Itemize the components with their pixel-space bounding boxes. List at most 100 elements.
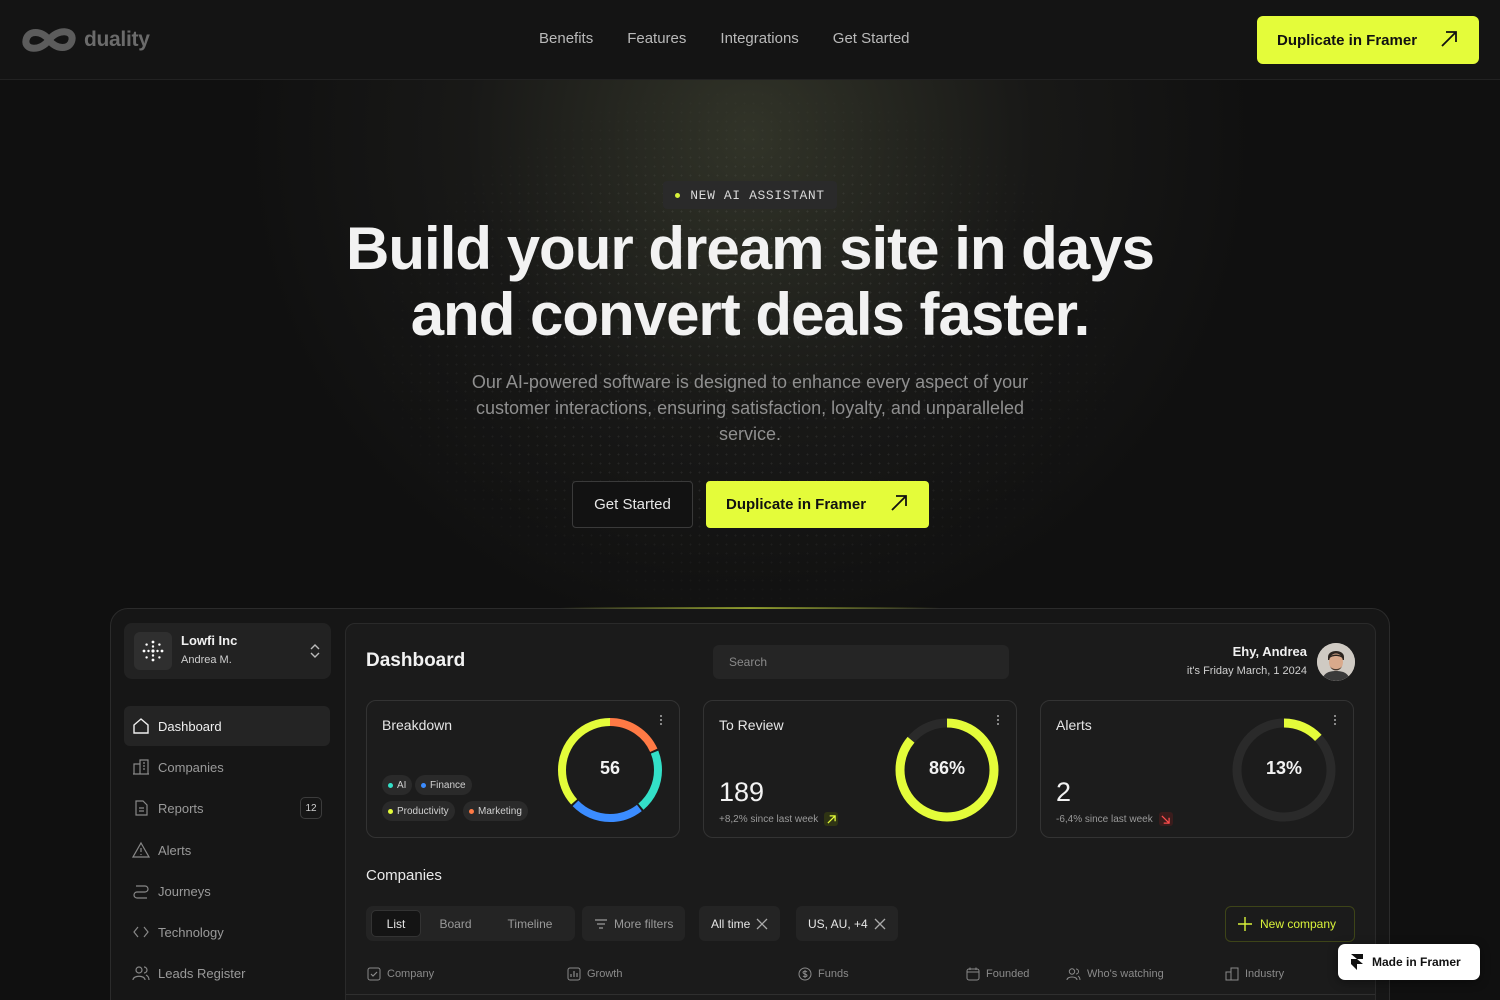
filter-region-chip[interactable]: US, AU, +4 (796, 906, 898, 941)
sidebar-item-companies[interactable]: Companies (124, 747, 330, 787)
view-tabs: List Board Timeline (366, 906, 575, 941)
sidebar-item-journeys[interactable]: Journeys (124, 871, 330, 911)
avatar[interactable] (1317, 643, 1355, 681)
headline-line-1: Build your dream site in days (346, 215, 1155, 282)
sidebar-item-label: Companies (158, 759, 224, 775)
calendar-icon (966, 967, 980, 981)
home-icon (133, 718, 149, 734)
tab-timeline[interactable]: Timeline (494, 910, 566, 937)
new-company-button[interactable]: New company (1225, 906, 1355, 942)
reports-count-badge: 12 (300, 797, 322, 819)
users-icon (132, 966, 150, 981)
trend-up-icon (824, 812, 839, 826)
building-icon (1225, 967, 1239, 981)
chart-icon (567, 967, 581, 981)
users-icon (1066, 968, 1081, 981)
to-review-count: 189 (719, 777, 765, 807)
badge-dot (675, 192, 681, 198)
duplicate-button-label: Duplicate in Framer (1277, 31, 1418, 49)
sidebar-item-label: Reports (158, 800, 204, 816)
trend-down-icon (1158, 812, 1173, 826)
nav-link-features[interactable]: Features (627, 30, 686, 47)
tab-list[interactable]: List (371, 910, 421, 937)
arrow-up-right-icon (891, 495, 907, 511)
table-header-divider (346, 994, 1375, 995)
code-icon (133, 926, 149, 938)
breakdown-card: Breakdown AI Finance Productivity Market… (366, 700, 680, 838)
nav-link-benefits[interactable]: Benefits (539, 30, 593, 47)
sidebar-item-alerts[interactable]: Alerts (124, 830, 330, 870)
chip-marketing: Marketing (463, 801, 528, 821)
alerts-title: Alerts (1056, 717, 1092, 733)
sidebar-item-label: Technology (158, 924, 224, 940)
frame-top-glow (560, 607, 940, 609)
badge-label: NEW AI ASSISTANT (690, 187, 825, 203)
building-icon (133, 759, 149, 775)
nav-link-integrations[interactable]: Integrations (720, 30, 798, 47)
checkbox-icon[interactable] (367, 967, 381, 981)
close-icon[interactable] (874, 918, 886, 930)
brand-logo[interactable]: duality (20, 22, 150, 58)
nav-link-get-started[interactable]: Get Started (833, 30, 910, 47)
warning-icon (132, 841, 150, 858)
column-company[interactable]: Company (367, 967, 434, 981)
chip-productivity: Productivity (382, 801, 455, 821)
sidebar-item-dashboard[interactable]: Dashboard (124, 706, 330, 746)
sidebar-item-label: Journeys (158, 883, 211, 899)
close-icon[interactable] (756, 918, 768, 930)
org-user: Andrea M. (181, 654, 232, 666)
breakdown-title: Breakdown (382, 717, 453, 733)
hero-subtext: Our AI-powered software is designed to e… (471, 372, 1029, 444)
duality-logo-icon (22, 28, 76, 52)
org-logo-icon (134, 632, 172, 670)
filter-time-chip[interactable]: All time (699, 906, 781, 941)
companies-title: Companies (366, 867, 442, 884)
get-started-button[interactable]: Get Started (572, 481, 693, 528)
alerts-count: 2 (1056, 777, 1072, 807)
column-funds[interactable]: Funds (798, 967, 849, 981)
to-review-percent: 86% (928, 758, 966, 778)
headline-line-2: and convert deals faster. (410, 281, 1091, 348)
alerts-percent: 13% (1265, 758, 1303, 778)
column-industry[interactable]: Industry (1225, 967, 1284, 981)
dashboard-title: Dashboard (366, 650, 466, 671)
column-whos-watching[interactable]: Who's watching (1066, 967, 1164, 981)
sidebar-item-label: Dashboard (158, 718, 222, 734)
hero-dot-pattern (380, 90, 1120, 610)
top-navigation: duality Benefits Features Integrations G… (0, 0, 1500, 80)
column-founded[interactable]: Founded (966, 967, 1029, 981)
brand-name: duality (84, 28, 150, 51)
hero-duplicate-button[interactable]: Duplicate in Framer (706, 481, 929, 528)
route-icon (133, 885, 149, 899)
user-greeting: Ehy, Andrea (1232, 644, 1307, 659)
new-ai-badge: NEW AI ASSISTANT (663, 181, 837, 209)
framer-logo-icon (1351, 954, 1363, 970)
to-review-ring: 86% (893, 716, 1001, 824)
sidebar-item-reports[interactable]: Reports 12 (124, 788, 330, 828)
hero-headline: Build your dream site in days and conver… (300, 216, 1200, 348)
breakdown-value: 56 (599, 758, 621, 778)
search-input[interactable]: Search (713, 645, 1009, 679)
sidebar-item-label: Leads Register (158, 965, 246, 981)
duplicate-in-framer-button[interactable]: Duplicate in Framer (1257, 16, 1479, 64)
org-name: Lowfi Inc (181, 633, 238, 648)
chip-finance: Finance (415, 775, 472, 795)
made-in-framer-badge[interactable]: Made in Framer (1338, 944, 1480, 980)
alerts-delta: -6,4% since last week (1056, 812, 1173, 826)
tab-board[interactable]: Board (428, 910, 483, 937)
sidebar-item-technology[interactable]: Technology (124, 912, 330, 952)
to-review-title: To Review (719, 717, 784, 733)
to-review-card: To Review 189 +8,2% since last week 86% (703, 700, 1017, 838)
column-growth[interactable]: Growth (567, 967, 622, 981)
hero-duplicate-label: Duplicate in Framer (726, 496, 867, 513)
document-icon (135, 800, 148, 816)
to-review-delta: +8,2% since last week (719, 812, 839, 826)
alerts-ring: 13% (1230, 716, 1338, 824)
current-date: it's Friday March, 1 2024 (1186, 665, 1307, 677)
sidebar-item-leads-register[interactable]: Leads Register (124, 953, 330, 993)
nav-links: Benefits Features Integrations Get Start… (539, 30, 910, 47)
dollar-icon (798, 967, 812, 981)
chevron-up-down-icon (310, 644, 320, 658)
more-filters-button[interactable]: More filters (582, 906, 686, 941)
org-switcher[interactable]: Lowfi Inc Andrea M. (124, 623, 331, 679)
